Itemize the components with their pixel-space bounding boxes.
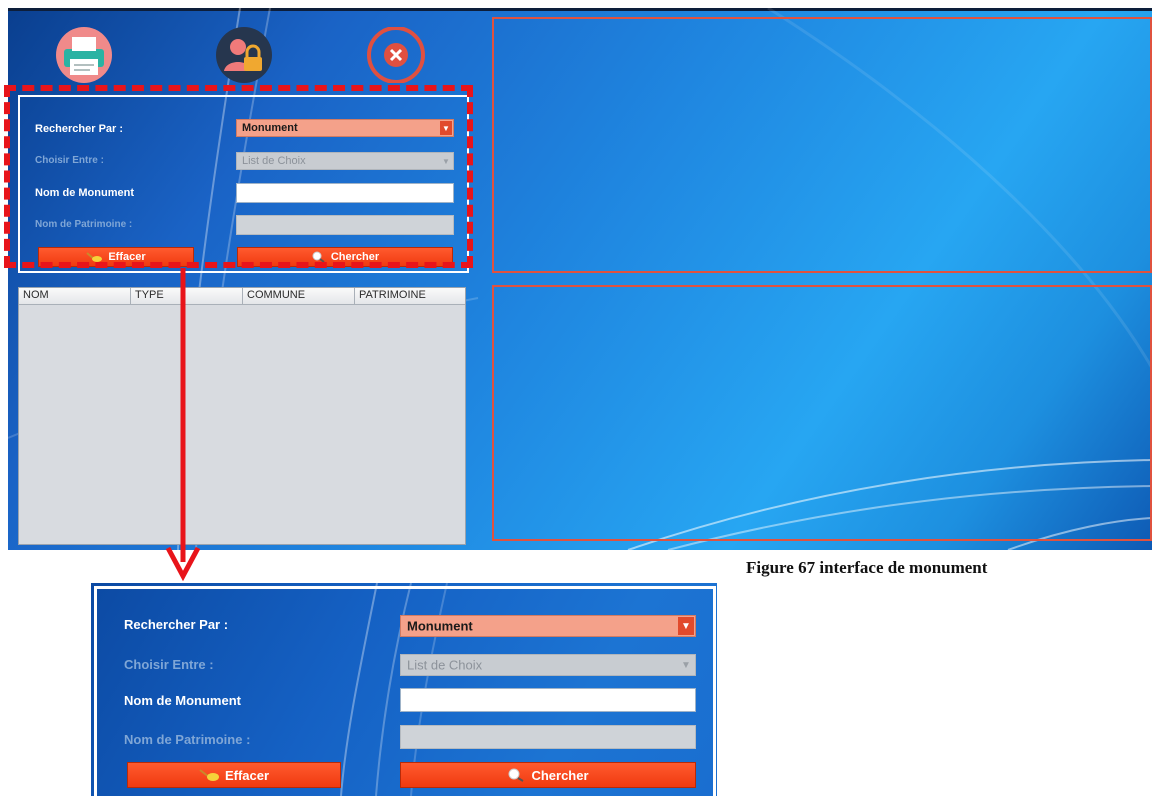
choisir-entre-value: List de Choix: [407, 657, 483, 673]
choisir-entre-label: Choisir Entre :: [124, 657, 214, 672]
nom-monument-label: Nom de Monument: [124, 693, 241, 708]
chercher-button[interactable]: Chercher: [400, 762, 696, 788]
chevron-down-icon: ▼: [678, 617, 694, 635]
nom-patrimoine-input[interactable]: [400, 725, 696, 749]
rechercher-par-label: Rechercher Par :: [124, 617, 229, 632]
figure-caption: Figure 67 interface de monument: [746, 558, 988, 577]
effacer-label: Effacer: [224, 767, 270, 783]
chevron-down-icon: ▼: [678, 656, 694, 674]
rechercher-par-value: Monument: [407, 618, 473, 634]
broom-icon: [199, 769, 219, 781]
choisir-entre-select[interactable]: List de Choix ▼: [400, 654, 696, 676]
zoom-panel-frame: Rechercher Par : Monument ▼ Choisir Entr…: [94, 586, 716, 796]
nom-monument-input[interactable]: [400, 688, 696, 712]
chercher-label: Chercher: [531, 767, 589, 783]
magnifier-icon: [508, 768, 524, 782]
nom-patrimoine-label: Nom de Patrimoine :: [124, 732, 251, 747]
zoomed-search-panel: Rechercher Par : Monument ▼ Choisir Entr…: [91, 583, 717, 796]
rechercher-par-select[interactable]: Monument ▼: [400, 615, 696, 637]
effacer-button[interactable]: Effacer: [127, 762, 341, 788]
